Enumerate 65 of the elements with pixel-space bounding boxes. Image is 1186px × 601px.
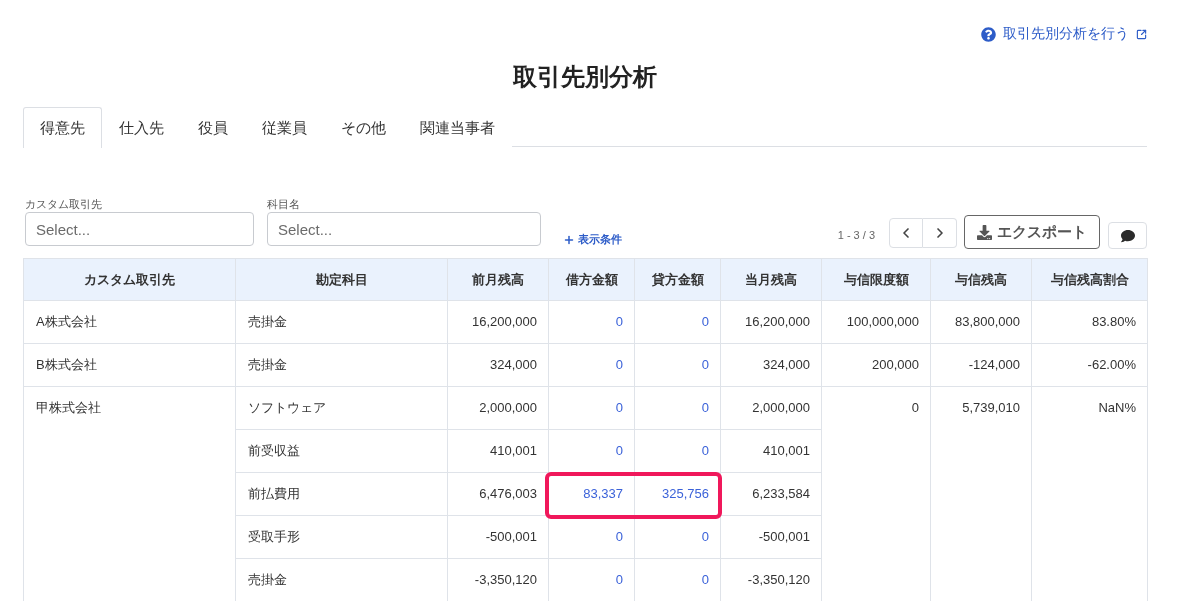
tab[interactable]: 得意先 <box>23 107 102 148</box>
comment-button[interactable] <box>1108 222 1147 249</box>
select-field[interactable]: Select... <box>25 212 254 246</box>
table-cell: 324,000 <box>720 343 822 387</box>
help-icon <box>981 26 996 42</box>
field-label: カスタム取引先 <box>25 197 103 211</box>
column-header: 当月残高 <box>720 258 822 301</box>
table-cell: 2,000,000 <box>447 386 549 430</box>
column-header: 借方金額 <box>548 258 635 301</box>
table-cell: B株式会社 <box>23 343 236 387</box>
table-cell: 324,000 <box>447 343 549 387</box>
table-cell: 200,000 <box>821 343 931 387</box>
amount-link[interactable]: 0 <box>701 529 709 544</box>
table-cell: ソフトウェア <box>235 386 448 430</box>
amount-link[interactable]: 0 <box>615 314 623 329</box>
table-cell: 100,000,000 <box>821 300 931 344</box>
table-cell: 甲株式会社 <box>23 386 236 601</box>
export-button[interactable]: エクスポート <box>964 215 1100 249</box>
table-cell: 前払費用 <box>235 472 448 516</box>
help-link[interactable]: 取引先別分析を行う <box>981 24 1147 44</box>
next-page-button[interactable] <box>923 218 957 248</box>
field-label: 科目名 <box>267 197 301 211</box>
column-header: 勘定科目 <box>235 258 448 301</box>
table-cell: 83.80% <box>1031 300 1148 344</box>
external-link-icon <box>1136 28 1147 40</box>
download-icon <box>977 224 992 240</box>
amount-link[interactable]: 325,756 <box>662 486 709 501</box>
amount-link[interactable]: 0 <box>701 400 709 415</box>
table-cell: 410,001 <box>447 429 549 473</box>
amount-link[interactable]: 0 <box>615 400 623 415</box>
amount-link[interactable]: 0 <box>615 529 623 544</box>
help-link-text: 取引先別分析を行う <box>1003 25 1129 43</box>
table-cell: -62.00% <box>1031 343 1148 387</box>
page-title: 取引先別分析 <box>512 62 658 92</box>
previous-page-button[interactable] <box>889 218 923 248</box>
table-cell: -124,000 <box>930 343 1032 387</box>
column-header: 前月残高 <box>447 258 549 301</box>
amount-link[interactable]: 0 <box>701 314 709 329</box>
column-header: 与信残高 <box>930 258 1032 301</box>
display-conditions-button[interactable]: 表示条件 <box>561 232 624 247</box>
amount-link[interactable]: 0 <box>615 357 623 372</box>
amount-link[interactable]: 0 <box>615 572 623 587</box>
amount-link[interactable]: 0 <box>701 572 709 587</box>
table-cell: 売掛金 <box>235 300 448 344</box>
table-cell: 0 <box>821 386 931 601</box>
column-header: 与信残高割合 <box>1031 258 1148 301</box>
column-header: 貸方金額 <box>634 258 721 301</box>
table-cell: 83,800,000 <box>930 300 1032 344</box>
amount-link[interactable]: 0 <box>701 443 709 458</box>
table-cell: 前受収益 <box>235 429 448 473</box>
table-cell: A株式会社 <box>23 300 236 344</box>
speech-bubble-icon <box>1120 228 1135 243</box>
select-field[interactable]: Select... <box>267 212 541 246</box>
table-cell: 受取手形 <box>235 515 448 559</box>
table-cell: 2,000,000 <box>720 386 822 430</box>
column-header: 与信限度額 <box>821 258 931 301</box>
amount-link[interactable]: 0 <box>701 357 709 372</box>
plus-icon <box>563 233 575 246</box>
table-cell: 16,200,000 <box>720 300 822 344</box>
amount-link[interactable]: 83,337 <box>583 486 623 501</box>
amount-link[interactable]: 0 <box>615 443 623 458</box>
column-header: カスタム取引先 <box>23 258 236 301</box>
table-cell: 16,200,000 <box>447 300 549 344</box>
table-cell: 売掛金 <box>235 343 448 387</box>
pagination-range: 1 - 3 / 3 <box>837 229 875 241</box>
